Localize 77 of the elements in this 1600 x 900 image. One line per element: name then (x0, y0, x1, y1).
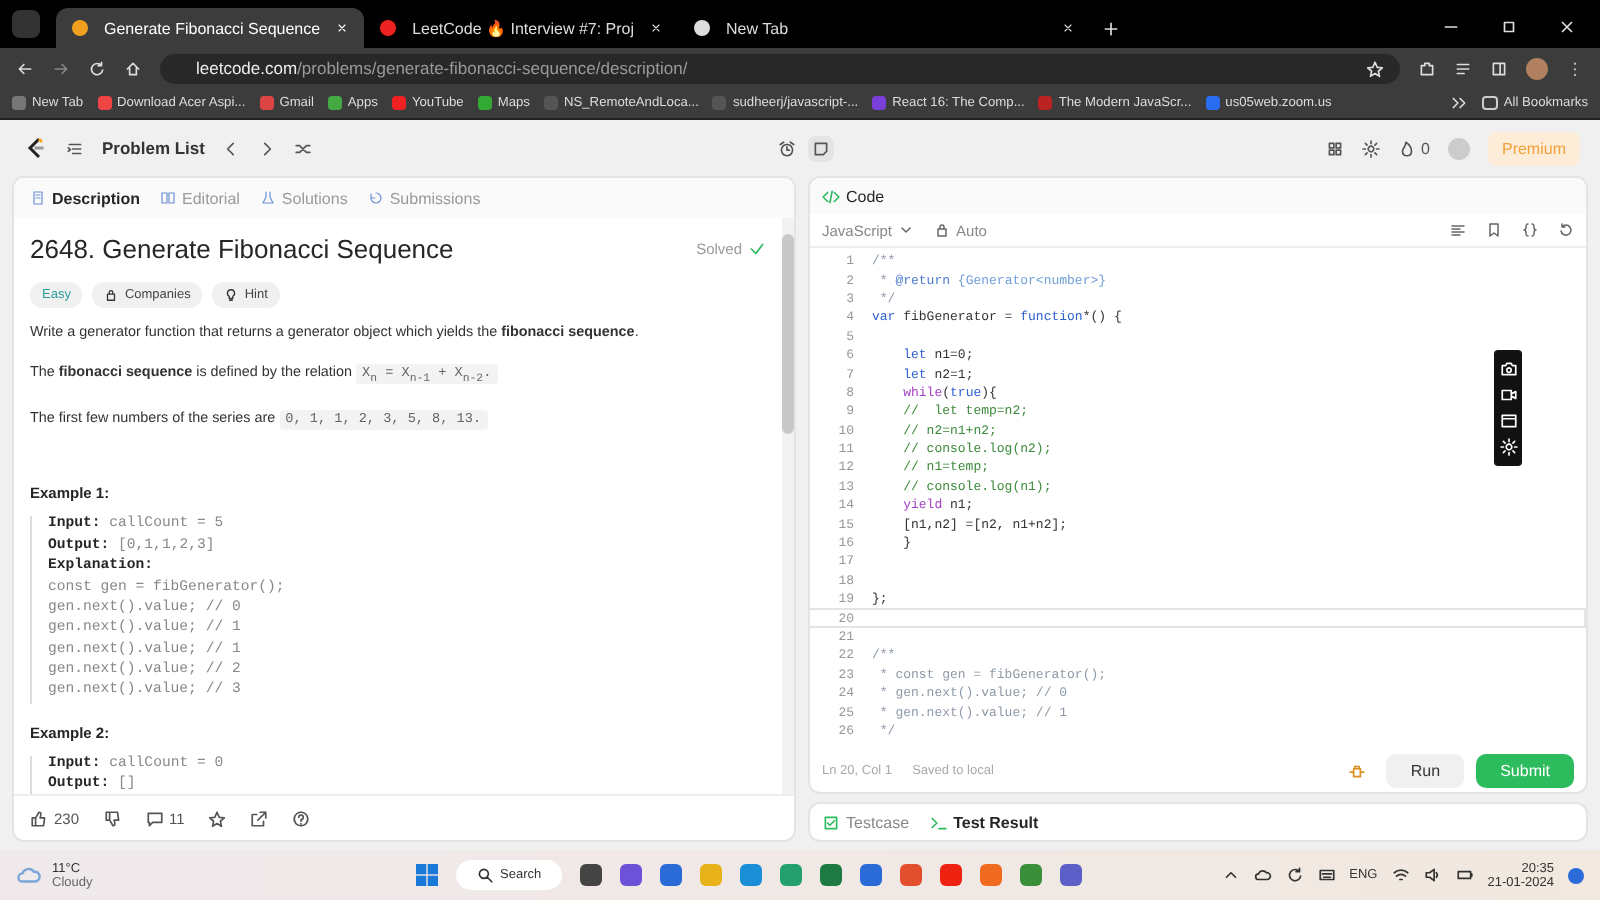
console-tab[interactable]: Test Result (929, 813, 1039, 831)
tab-icon (259, 190, 276, 206)
thumbs-up-icon (30, 809, 48, 827)
media-icon[interactable] (1454, 59, 1472, 77)
bulb-icon (224, 288, 239, 302)
notes-icon[interactable] (808, 135, 834, 161)
chevron-icon[interactable] (1221, 866, 1240, 884)
reload-icon[interactable] (88, 59, 106, 77)
panel-title: Code (846, 187, 885, 205)
chevron-icon[interactable] (1449, 94, 1468, 112)
keyboard-icon[interactable] (1317, 866, 1336, 884)
caret-icon (898, 222, 915, 238)
logo-icon[interactable] (24, 136, 48, 160)
streak-count: 0 (1421, 139, 1430, 157)
profile-avatar[interactable] (1526, 57, 1548, 79)
home-icon[interactable] (124, 59, 142, 77)
close-icon[interactable] (1558, 18, 1576, 36)
check-icon (748, 240, 766, 258)
checkbox-icon (822, 813, 840, 831)
browser-tab[interactable]: LeetCode 🔥 Interview #7: Proj (364, 8, 679, 48)
tab-icon (160, 190, 177, 206)
thumbs-down-icon[interactable] (103, 809, 122, 827)
cloud-icon[interactable] (1253, 866, 1272, 884)
problem-list-link[interactable]: Problem List (102, 138, 205, 158)
back-icon[interactable] (16, 59, 34, 77)
console-tab[interactable]: Testcase (822, 813, 910, 831)
address-bar[interactable]: leetcode.com/problems/generate-fibonacci-sequence/description/ (160, 53, 1400, 83)
share-icon[interactable] (250, 809, 269, 827)
camera-icon[interactable] (1499, 360, 1517, 378)
favicon-icon (380, 20, 397, 36)
favicon-icon (694, 20, 711, 36)
start-icon[interactable] (416, 864, 438, 886)
browser-tab[interactable]: Generate Fibonacci Sequence (56, 8, 365, 48)
code-icon (822, 187, 840, 205)
bookmark-icon[interactable] (1486, 222, 1502, 238)
browser-tab[interactable]: New Tab (678, 8, 1091, 48)
tab-icon (367, 190, 384, 206)
video-icon[interactable] (1499, 386, 1517, 404)
tab-title: LeetCode 🔥 Interview #7: Proj (412, 19, 635, 37)
list-icon[interactable] (66, 139, 84, 157)
wifi-icon[interactable] (1391, 866, 1410, 884)
lock-icon (104, 288, 119, 302)
fire-icon[interactable] (1397, 139, 1416, 157)
new-tab-icon[interactable] (1102, 20, 1121, 38)
grid-icon[interactable] (1325, 139, 1344, 157)
sidebar-icon[interactable] (1490, 59, 1508, 77)
close-icon[interactable] (1062, 22, 1075, 34)
terminal-icon (929, 813, 948, 831)
sync-icon[interactable] (1285, 866, 1304, 884)
tab-title: New Tab (726, 19, 791, 37)
problem-title: 2648. Generate Fibonacci Sequence (30, 234, 456, 264)
tab-icon (30, 190, 46, 206)
notification-icon[interactable] (1568, 867, 1584, 883)
shuffle-icon[interactable] (294, 139, 313, 157)
timer-icon[interactable] (778, 139, 796, 157)
close-icon[interactable] (650, 22, 663, 34)
tab-title: Generate Fibonacci Sequence (104, 19, 321, 37)
panel-tab[interactable]: Description (30, 189, 141, 207)
lock-icon (934, 222, 951, 238)
forward-icon[interactable] (52, 59, 70, 77)
braces-icon[interactable] (1522, 222, 1538, 238)
scrollbar[interactable] (782, 218, 794, 794)
maximize-icon[interactable] (1500, 18, 1518, 36)
comment-icon (145, 809, 164, 827)
extensions-icon[interactable] (1418, 59, 1436, 77)
reset-icon[interactable] (1558, 222, 1574, 238)
star-icon[interactable] (208, 809, 227, 827)
favicon-icon (72, 20, 88, 36)
speaker-icon[interactable] (1423, 866, 1442, 884)
search-icon (476, 866, 494, 884)
bug-icon[interactable] (1348, 761, 1367, 779)
help-icon[interactable] (292, 809, 311, 827)
battery-icon[interactable] (1455, 866, 1474, 884)
settings-icon[interactable] (1361, 139, 1380, 157)
next-icon[interactable] (258, 139, 277, 157)
run-button[interactable]: Run (1386, 753, 1465, 787)
format-icon[interactable] (1450, 222, 1466, 238)
